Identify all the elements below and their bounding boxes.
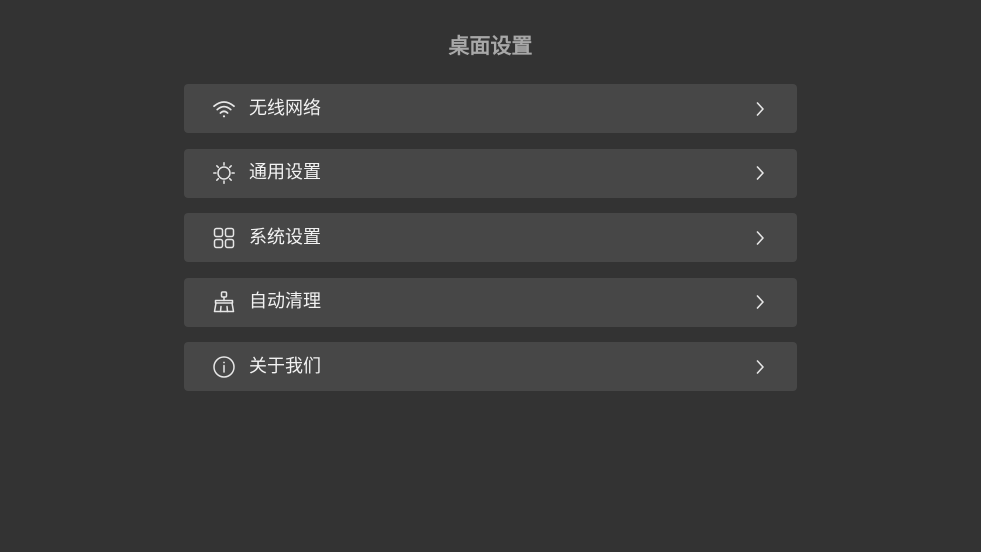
grid-icon: [212, 226, 236, 250]
sun-icon: [212, 161, 236, 185]
menu-item-label: 关于我们: [249, 355, 321, 377]
menu-item-wireless-network[interactable]: 无线网络: [184, 84, 797, 133]
menu-item-general-settings[interactable]: 通用设置: [184, 148, 797, 198]
settings-menu: 无线网络 通用设置 系统设置 自动清理 关于我们: [184, 84, 797, 407]
chevron-right-icon: [753, 165, 767, 181]
settings-page: 桌面设置 无线网络 通用设置 系统设置 自动清理 关于我们: [0, 0, 981, 552]
menu-item-label: 通用设置: [249, 162, 321, 183]
menu-item-label: 系统设置: [249, 226, 321, 248]
menu-item-auto-cleanup[interactable]: 自动清理: [184, 277, 797, 327]
chevron-right-icon: [753, 101, 767, 117]
chevron-right-icon: [753, 230, 767, 246]
menu-item-label: 自动清理: [249, 291, 321, 312]
broom-icon: [212, 290, 236, 314]
wifi-icon: [212, 97, 236, 121]
menu-item-label: 无线网络: [249, 97, 321, 119]
menu-item-about-us[interactable]: 关于我们: [184, 342, 797, 391]
page-title: 桌面设置: [448, 34, 533, 58]
chevron-right-icon: [753, 359, 767, 375]
chevron-right-icon: [753, 294, 767, 310]
info-icon: [212, 355, 236, 379]
menu-item-system-settings[interactable]: 系统设置: [184, 213, 797, 262]
